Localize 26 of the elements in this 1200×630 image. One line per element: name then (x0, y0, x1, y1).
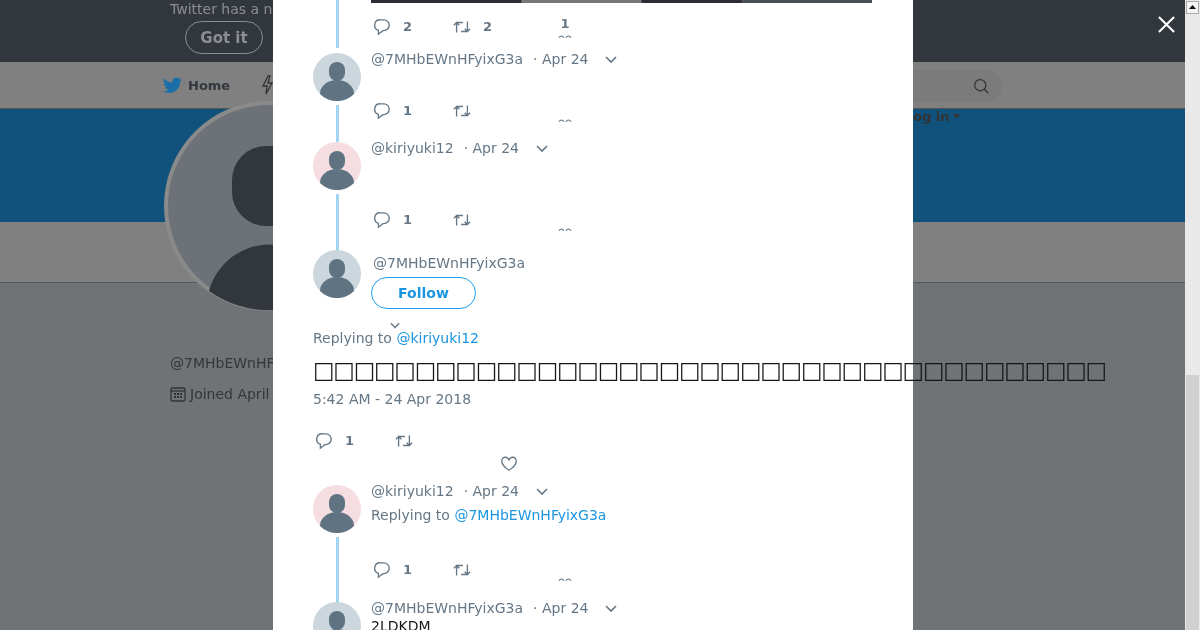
reply-count: 1 (403, 561, 413, 579)
mention-link[interactable]: @kiriyuki12 (396, 330, 479, 346)
profile-handle: @7MHbEWnHF (170, 355, 275, 371)
tweet-date: · Apr 24 (533, 600, 589, 616)
user-handle[interactable]: @7MHbEWnHFyixG3a (371, 51, 524, 67)
replying-label: Replying to (371, 507, 450, 523)
tweet-date: · Apr 24 (463, 140, 519, 156)
reply-count: 1 (403, 211, 413, 229)
replying-label: Replying to (313, 330, 392, 346)
user-handle[interactable]: @kiriyuki12 (371, 140, 454, 156)
mention-link[interactable]: @7MHbEWnHFyixG3a (454, 507, 607, 523)
tweet-date: · Apr 24 (463, 483, 519, 499)
retweet-count: 2 (483, 18, 493, 36)
notice-text: Twitter has a n (170, 0, 273, 18)
like-count: 1 (560, 15, 570, 33)
user-handle[interactable]: @7MHbEWnHFyixG3a (371, 600, 524, 616)
follow-button[interactable]: Follow (371, 277, 476, 309)
timestamp: 5:42 AM - 24 Apr 2018 (313, 391, 472, 407)
user-handle[interactable]: @kiriyuki12 (371, 483, 454, 499)
reply-count: 2 (403, 18, 413, 36)
home-link[interactable]: Home (163, 76, 231, 94)
joined-date: Joined April (190, 386, 270, 402)
tweet-date: · Apr 24 (533, 51, 589, 67)
user-handle[interactable]: @7MHbEWnHFyixG3a (373, 255, 526, 271)
reply-count: 1 (345, 432, 355, 450)
reply-count: 1 (403, 102, 413, 120)
